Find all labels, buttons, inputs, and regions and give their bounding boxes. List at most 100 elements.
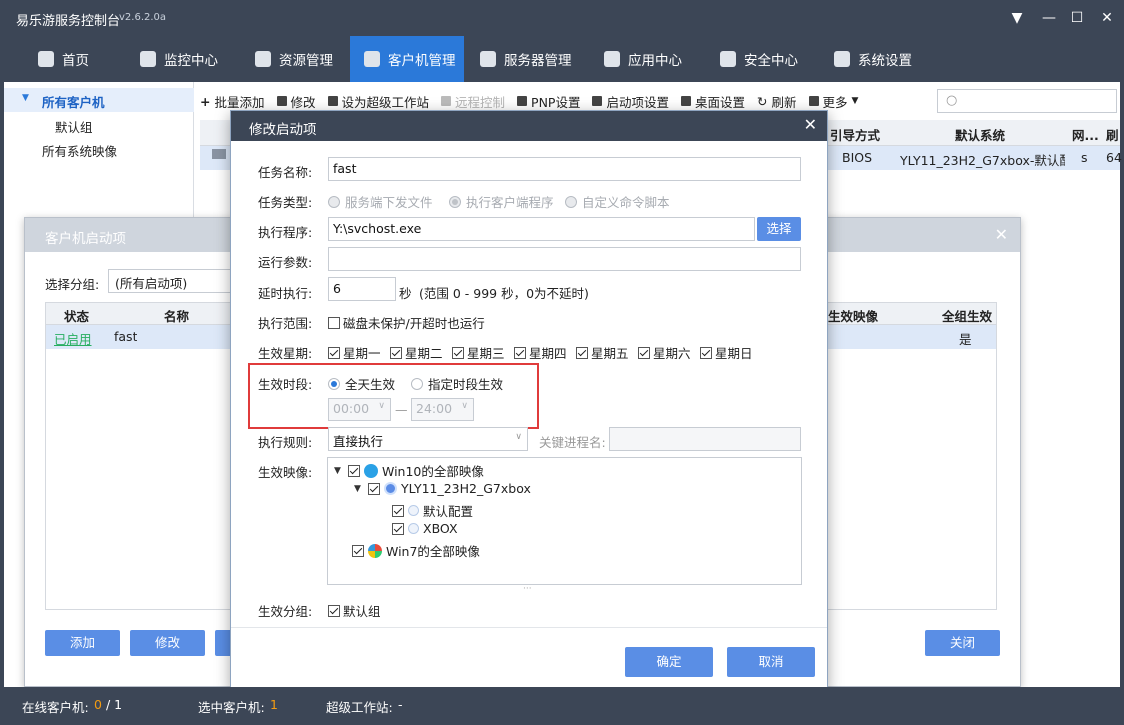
desktop-settings-button[interactable]: 桌面设置 xyxy=(681,90,745,112)
process-name-label: 关键进程名: xyxy=(539,435,606,450)
tree-node-win7[interactable]: Win7的全部映像 xyxy=(352,541,480,560)
close-icon[interactable]: ✕ xyxy=(995,225,1008,244)
program-input[interactable]: Y:\svchost.exe xyxy=(328,217,755,241)
minimize-icon[interactable]: — xyxy=(1036,6,1062,30)
tree-node-config[interactable]: XBOX xyxy=(392,521,458,536)
params-input[interactable] xyxy=(328,247,801,271)
dialog-title: 客户机启动项 xyxy=(45,231,126,247)
client-monitor-icon xyxy=(364,51,380,67)
cancel-button[interactable]: 取消 xyxy=(727,647,815,677)
search-input[interactable]: ○ xyxy=(937,89,1117,113)
desktop-icon xyxy=(681,96,691,106)
group-select[interactable]: (所有启动项) xyxy=(108,269,233,293)
startup-settings-button[interactable]: 启动项设置 xyxy=(592,90,669,112)
server-icon xyxy=(480,51,496,67)
radio-time-range[interactable]: 指定时段生效 xyxy=(411,374,503,393)
pnp-icon xyxy=(517,96,528,106)
tab-monitor[interactable]: 监控中心 xyxy=(126,36,236,82)
weekday-checkbox[interactable]: 星期二 xyxy=(390,343,443,362)
selected-count: 1 xyxy=(270,697,278,712)
sidebar-item-default-group[interactable]: 默认组 xyxy=(55,117,93,136)
super-workstation-label: 超级工作站: xyxy=(326,700,393,715)
tab-security[interactable]: 安全中心 xyxy=(706,36,816,82)
config-icon xyxy=(408,523,419,534)
weekday-checkbox[interactable]: 星期日 xyxy=(700,343,753,362)
monitor-chart-icon xyxy=(140,51,156,67)
group-label: 生效分组: xyxy=(258,604,313,619)
chevron-down-icon: ∨ xyxy=(378,401,385,411)
task-name-label: 任务名称: xyxy=(258,165,313,180)
computer-icon xyxy=(212,149,226,159)
startup-icon xyxy=(592,96,603,106)
group-select-label: 选择分组: xyxy=(45,277,100,292)
task-name-input[interactable]: fast xyxy=(328,157,801,181)
weekday-checkbox[interactable]: 星期六 xyxy=(638,343,691,362)
weekday-checkbox[interactable]: 星期四 xyxy=(514,343,567,362)
default-group-checkbox[interactable]: 默认组 xyxy=(328,601,381,620)
sidebar-item-all-clients[interactable]: ▼ 所有客户机 xyxy=(4,88,194,112)
doc-icon xyxy=(327,96,338,106)
rule-label: 执行规则: xyxy=(258,435,313,450)
config-icon xyxy=(408,505,419,516)
radio-custom-script[interactable]: 自定义命令脚本 xyxy=(565,192,670,211)
delay-input[interactable]: 6 xyxy=(328,277,396,301)
add-button[interactable]: 添加 xyxy=(45,630,120,656)
pnp-settings-button[interactable]: PNP设置 xyxy=(517,90,580,112)
remote-control-button[interactable]: 远程控制 xyxy=(441,90,505,112)
checkbox[interactable] xyxy=(368,482,380,495)
choose-file-button[interactable]: 选择 xyxy=(757,217,801,241)
sidebar-item-all-images[interactable]: 所有系统映像 xyxy=(42,141,117,160)
resize-grip-icon[interactable]: ··· xyxy=(523,584,532,594)
tree-node-win10[interactable]: ▼ Win10的全部映像 xyxy=(334,461,484,480)
scope-checkbox[interactable]: 磁盘未保护/开超时也运行 xyxy=(328,313,485,332)
ok-button[interactable]: 确定 xyxy=(625,647,713,677)
tab-clients[interactable]: 客户机管理 xyxy=(350,36,464,82)
edit-icon xyxy=(276,96,287,106)
more-button[interactable]: 更多 ▼ xyxy=(808,90,858,112)
toolbar: + 批量添加 修改 设为超级工作站 远程控制 PNP设置 启动项设置 桌面设置 ↻… xyxy=(200,90,858,112)
batch-add-button[interactable]: + 批量添加 xyxy=(200,90,265,112)
delay-label: 延时执行: xyxy=(258,286,313,301)
weekday-checkbox[interactable]: 星期五 xyxy=(576,343,629,362)
tab-settings[interactable]: 系统设置 xyxy=(820,36,930,82)
dropdown-menu-icon[interactable]: ▼ xyxy=(1004,6,1030,30)
close-icon[interactable]: ✕ xyxy=(804,115,817,134)
tab-home[interactable]: 首页 xyxy=(24,36,124,82)
close-icon[interactable]: ✕ xyxy=(1094,6,1120,30)
tree-node-config[interactable]: 默认配置 xyxy=(392,501,473,520)
checkbox[interactable] xyxy=(352,544,364,557)
params-label: 运行参数: xyxy=(258,255,313,270)
refresh-button[interactable]: ↻ 刷新 xyxy=(757,90,797,112)
rule-select[interactable]: 直接执行 ∨ xyxy=(328,427,528,451)
selected-label: 选中客户机: xyxy=(198,700,265,715)
time-period-label: 生效时段: xyxy=(258,377,313,392)
time-separator: — xyxy=(395,402,408,417)
tree-node-image[interactable]: ▼ YLY11_23H2_G7xbox xyxy=(354,481,531,496)
weekday-checkbox[interactable]: 星期一 xyxy=(328,343,381,362)
images-label: 生效映像: xyxy=(258,465,313,480)
tab-resources[interactable]: 资源管理 xyxy=(241,36,351,82)
maximize-icon[interactable]: ☐ xyxy=(1064,6,1090,30)
edit-startup-item-dialog: 修改启动项 ✕ 任务名称: fast 任务类型: 服务端下发文件 执行客户端程序… xyxy=(230,110,828,690)
start-time-select[interactable]: 00:00 ∨ xyxy=(328,398,391,421)
process-name-input[interactable] xyxy=(609,427,801,451)
end-time-select[interactable]: 24:00 ∨ xyxy=(411,398,474,421)
main-nav: 首页 监控中心 资源管理 客户机管理 服务器管理 应用中心 安全中心 系统设置 xyxy=(0,36,1124,82)
radio-all-day[interactable]: 全天生效 xyxy=(328,374,395,393)
radio-client-program[interactable]: 执行客户端程序 xyxy=(449,192,554,211)
edit-button[interactable]: 修改 xyxy=(276,90,316,112)
checkbox[interactable] xyxy=(348,464,360,477)
tab-servers[interactable]: 服务器管理 xyxy=(466,36,586,82)
tab-apps[interactable]: 应用中心 xyxy=(590,36,700,82)
program-label: 执行程序: xyxy=(258,225,313,240)
scope-label: 执行范围: xyxy=(258,316,313,331)
checkbox[interactable] xyxy=(392,522,404,535)
radio-server-file[interactable]: 服务端下发文件 xyxy=(328,192,433,211)
edit-button[interactable]: 修改 xyxy=(130,630,205,656)
set-super-workstation-button[interactable]: 设为超级工作站 xyxy=(327,90,429,112)
weekday-checkbox[interactable]: 星期三 xyxy=(452,343,505,362)
checkbox[interactable] xyxy=(392,504,404,517)
status-link[interactable]: 已启用 xyxy=(54,329,92,348)
highlight-box xyxy=(248,363,539,429)
close-button[interactable]: 关闭 xyxy=(925,630,1000,656)
